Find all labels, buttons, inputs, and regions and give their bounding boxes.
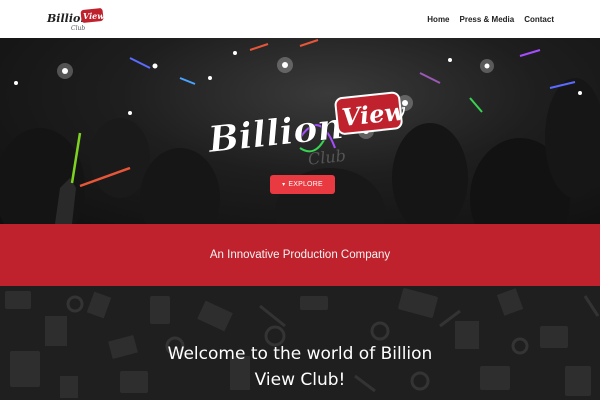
caret-down-icon: ▾ bbox=[282, 182, 286, 188]
hero-logo-club: Club bbox=[307, 146, 347, 169]
explore-button[interactable]: ▾ EXPLORE bbox=[270, 175, 335, 194]
tagline-band: An Innovative Production Company bbox=[0, 224, 600, 286]
welcome-section: Welcome to the world of Billion View Clu… bbox=[0, 286, 600, 400]
brand-logo[interactable]: Billion View Club bbox=[45, 6, 107, 32]
navbar: Billion View Club Home Press & Media Con… bbox=[0, 0, 600, 38]
hero-logo: Billion View Club bbox=[205, 91, 408, 169]
explore-button-label: EXPLORE bbox=[288, 181, 323, 188]
tagline-text: An Innovative Production Company bbox=[209, 249, 391, 261]
main-nav: Home Press & Media Contact bbox=[427, 0, 554, 38]
logo-word-club: Club bbox=[71, 25, 85, 32]
nav-contact-link[interactable]: Contact bbox=[524, 15, 554, 24]
nav-home-link[interactable]: Home bbox=[427, 15, 449, 24]
welcome-heading: Welcome to the world of Billion View Clu… bbox=[167, 344, 433, 390]
logo-word-view: View bbox=[83, 11, 105, 21]
nav-press-media-link[interactable]: Press & Media bbox=[460, 15, 515, 24]
hero-section: Billion View Club ▾ EXPLORE bbox=[0, 38, 600, 224]
